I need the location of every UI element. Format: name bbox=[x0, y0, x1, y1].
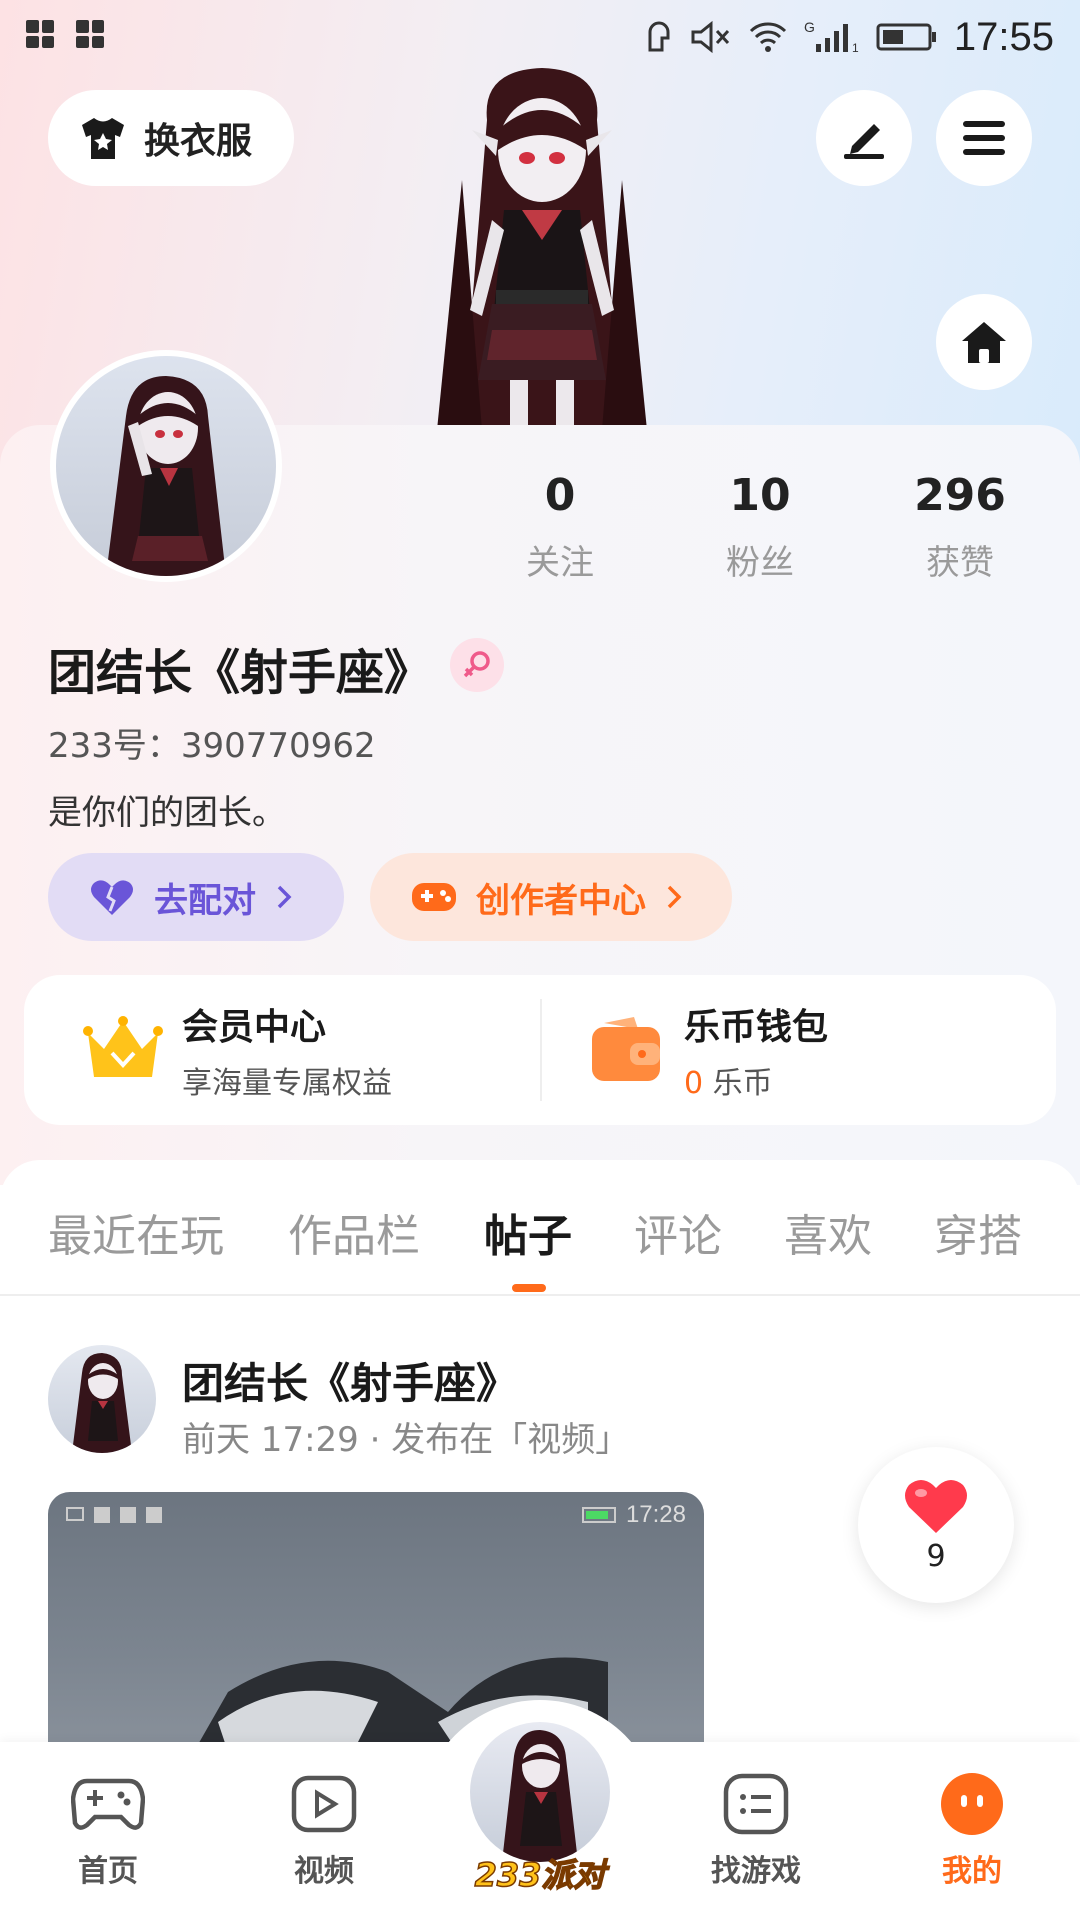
stat-fans[interactable]: 10 粉丝 bbox=[660, 470, 860, 584]
go-match-label: 去配对 bbox=[154, 880, 256, 921]
tab-outfits[interactable]: 穿搭 bbox=[934, 1200, 1022, 1264]
party-avatar-image bbox=[502, 1730, 578, 1862]
app-notification-icon bbox=[26, 20, 54, 48]
profile-tabs: 最近在玩 作品栏 帖子 评论 喜欢 穿搭 bbox=[0, 1200, 1080, 1270]
edit-profile-button[interactable] bbox=[816, 90, 912, 186]
gamepad-icon bbox=[412, 883, 456, 911]
like-button[interactable]: 9 bbox=[858, 1447, 1014, 1603]
profile-bio: 是你们的团长。 bbox=[48, 793, 286, 833]
gender-badge bbox=[450, 638, 504, 692]
nav-video-label: 视频 bbox=[294, 1854, 354, 1889]
profile-avatar[interactable] bbox=[50, 350, 282, 582]
vip-center-title: 会员中心 bbox=[182, 1007, 327, 1048]
stat-fans-label: 粉丝 bbox=[726, 543, 794, 583]
vip-center-subtitle: 享海量专属权益 bbox=[182, 1066, 392, 1101]
svg-text:G: G bbox=[804, 20, 815, 35]
wallet-unit: 乐币 bbox=[712, 1066, 773, 1101]
stat-fans-count: 10 bbox=[729, 470, 791, 521]
home-button[interactable] bbox=[936, 294, 1032, 390]
signal-icon: G1 bbox=[804, 20, 859, 54]
thumbnail-notification-icons bbox=[66, 1507, 162, 1523]
stat-following-count: 0 bbox=[544, 470, 576, 521]
mute-icon bbox=[691, 20, 729, 54]
svg-text:1: 1 bbox=[852, 41, 859, 54]
pen-icon bbox=[844, 124, 884, 159]
profile-nickname: 团结长《射手座》 bbox=[48, 645, 433, 701]
status-time: 17:55 bbox=[953, 14, 1054, 59]
tab-recently-played[interactable]: 最近在玩 bbox=[48, 1200, 224, 1264]
tab-comments[interactable]: 评论 bbox=[634, 1200, 722, 1264]
avatar-image bbox=[72, 1353, 132, 1453]
post-author-name: 团结长《射手座》 bbox=[182, 1359, 519, 1408]
nav-find-games-label: 找游戏 bbox=[711, 1854, 801, 1889]
battery-icon bbox=[876, 23, 936, 51]
active-tab-indicator bbox=[512, 1284, 546, 1292]
list-icon bbox=[723, 1773, 789, 1835]
nfc-icon bbox=[648, 21, 670, 52]
status-notification-icons bbox=[26, 20, 104, 48]
heart-icon bbox=[905, 1479, 967, 1533]
tab-works[interactable]: 作品栏 bbox=[288, 1200, 420, 1264]
profile-face-icon bbox=[941, 1773, 1003, 1835]
chevron-right-icon bbox=[667, 885, 682, 909]
nav-video[interactable]: 视频 bbox=[244, 1772, 404, 1890]
heart-match-icon bbox=[91, 880, 133, 915]
nav-find-games[interactable]: 找游戏 bbox=[676, 1772, 836, 1890]
tab-posts[interactable]: 帖子 bbox=[484, 1200, 572, 1264]
home-icon bbox=[962, 322, 1006, 363]
vip-center-entry[interactable]: 会员中心 享海量专属权益 bbox=[82, 975, 392, 1125]
thumbnail-time: 17:28 bbox=[625, 1501, 686, 1528]
nav-mine-label: 我的 bbox=[942, 1854, 1002, 1889]
go-match-button[interactable]: 去配对 bbox=[48, 853, 344, 941]
play-video-icon bbox=[291, 1775, 357, 1833]
stat-following-label: 关注 bbox=[526, 543, 594, 583]
change-outfit-label: 换衣服 bbox=[144, 121, 253, 162]
avatar-3d-figure bbox=[437, 68, 647, 430]
creator-center-button[interactable]: 创作者中心 bbox=[370, 853, 732, 941]
hamburger-menu-icon bbox=[963, 121, 1005, 155]
tabs-divider bbox=[0, 1294, 1080, 1296]
nav-party-label: 233派对 bbox=[474, 1855, 606, 1895]
wallet-title: 乐币钱包 bbox=[684, 1007, 829, 1048]
benefit-card: 会员中心 享海量专属权益 乐币钱包 0 乐币 bbox=[24, 975, 1056, 1125]
menu-button[interactable] bbox=[936, 90, 1032, 186]
creator-center-label: 创作者中心 bbox=[476, 880, 646, 921]
like-count: 9 bbox=[926, 1538, 946, 1574]
tab-likes[interactable]: 喜欢 bbox=[784, 1200, 872, 1264]
profile-stats: 0 关注 10 粉丝 296 获赞 bbox=[460, 470, 1060, 584]
wallet-icon bbox=[592, 1017, 660, 1081]
wallet-balance: 0 bbox=[684, 1066, 704, 1101]
change-outfit-button[interactable]: 换衣服 bbox=[48, 90, 294, 186]
wallet-entry[interactable]: 乐币钱包 0 乐币 bbox=[590, 975, 828, 1125]
wifi-icon bbox=[749, 22, 786, 52]
nav-home-label: 首页 bbox=[78, 1854, 138, 1889]
avatar-image bbox=[106, 376, 226, 576]
app-notification-icon bbox=[76, 20, 104, 48]
stat-following[interactable]: 0 关注 bbox=[460, 470, 660, 584]
profile-user-id: 233号：390770962 bbox=[48, 726, 376, 766]
thumbnail-status-bar: 17:28 bbox=[48, 1492, 704, 1538]
nav-home[interactable]: 首页 bbox=[28, 1772, 188, 1890]
benefit-divider bbox=[540, 999, 542, 1101]
tshirt-icon bbox=[82, 118, 124, 159]
female-icon bbox=[463, 651, 490, 678]
stat-likes-count: 296 bbox=[914, 470, 1006, 521]
chevron-right-icon bbox=[277, 885, 292, 909]
post-meta: 前天 17:29 · 发布在「视频」 bbox=[182, 1420, 630, 1460]
post-author-avatar[interactable] bbox=[48, 1345, 156, 1453]
stat-likes-label: 获赞 bbox=[926, 543, 994, 583]
nav-mine[interactable]: 我的 bbox=[892, 1772, 1052, 1890]
stat-likes[interactable]: 296 获赞 bbox=[860, 470, 1060, 584]
nav-party-button[interactable] bbox=[470, 1722, 610, 1862]
gamepad-icon bbox=[71, 1778, 145, 1830]
crown-icon bbox=[83, 1016, 163, 1077]
